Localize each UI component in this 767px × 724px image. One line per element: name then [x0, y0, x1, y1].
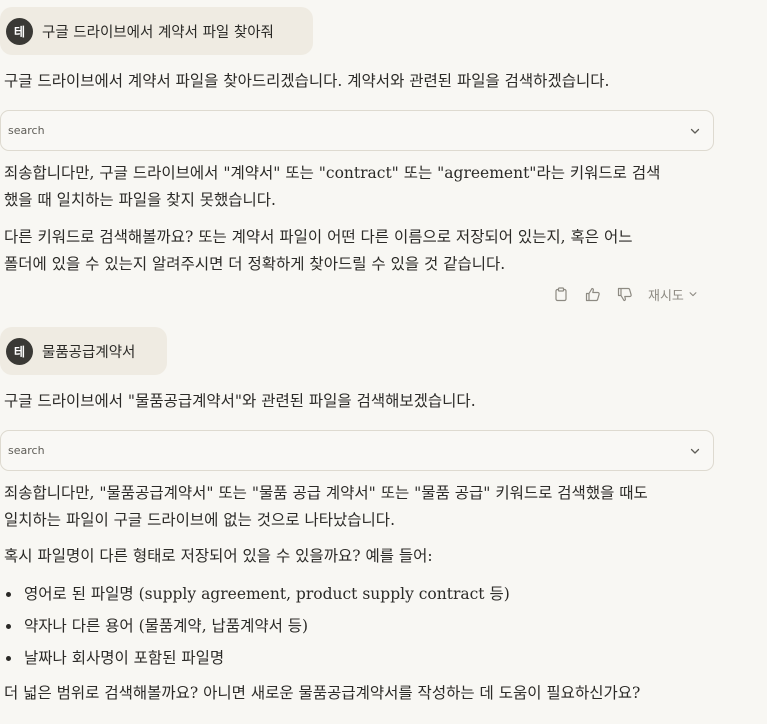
list-item: 영어로 된 파일명 (supply agreement, product sup…: [4, 578, 510, 610]
thumbs-down-button[interactable]: [614, 284, 636, 304]
assistant-intro-1: 구글 드라이브에서 계약서 파일을 찾아드리겠습니다. 계약서와 관련된 파일을…: [4, 72, 610, 90]
thumbs-up-button[interactable]: [582, 284, 604, 304]
message-actions: 재시도: [550, 284, 698, 304]
assistant-result-2-line1: 죄송합니다만, "물품공급계약서" 또는 "물품 공급 계약서" 또는 "물품 …: [4, 484, 648, 502]
retry-label: 재시도: [648, 288, 684, 304]
suggestion-list: 영어로 된 파일명 (supply agreement, product sup…: [4, 578, 510, 674]
clipboard-icon: [555, 286, 567, 301]
user-message-text: 구글 드라이브에서 계약서 파일 찾아줘: [42, 24, 274, 41]
assistant-closing-2: 더 넓은 범위로 검색해볼까요? 아니면 새로운 물품공급계약서를 작성하는 데…: [4, 684, 641, 702]
assistant-question-2: 혹시 파일명이 다른 형태로 저장되어 있을 수 있을까요? 예를 들어:: [4, 547, 433, 565]
assistant-followup-1-line1: 다른 키워드로 검색해볼까요? 또는 계약서 파일이 어떤 다른 이름으로 저장…: [4, 228, 633, 246]
user-message-text: 물품공급계약서: [42, 344, 136, 361]
thumbs-down-icon: [617, 287, 632, 301]
thumbs-up-icon: [585, 287, 600, 301]
user-avatar: 테: [6, 337, 33, 365]
tool-label: search: [8, 124, 45, 137]
user-avatar: 테: [6, 17, 33, 45]
tool-label: search: [8, 444, 45, 457]
chevron-down-icon: [690, 448, 700, 454]
assistant-result-1-line2: 했을 때 일치하는 파일을 찾지 못했습니다.: [4, 191, 276, 209]
chevron-down-icon: [690, 128, 700, 134]
assistant-followup-1-line2: 폴더에 있을 수 있는지 알려주시면 더 정확하게 찾아드릴 수 있을 것 같습…: [4, 255, 506, 273]
user-message-2: 테 물품공급계약서: [0, 327, 167, 375]
copy-button[interactable]: [550, 284, 572, 304]
search-tool-call-1[interactable]: search: [0, 110, 714, 151]
retry-button[interactable]: 재시도: [648, 285, 698, 304]
search-tool-call-2[interactable]: search: [0, 430, 714, 471]
assistant-result-2-line2: 일치하는 파일이 구글 드라이브에 없는 것으로 나타났습니다.: [4, 511, 395, 529]
chevron-down-icon: [689, 292, 697, 297]
assistant-result-1-line1: 죄송합니다만, 구글 드라이브에서 "계약서" 또는 "contract" 또는…: [4, 164, 661, 182]
user-message-1: 테 구글 드라이브에서 계약서 파일 찾아줘: [0, 7, 313, 55]
list-item: 약자나 다른 용어 (물품계약, 납품계약서 등): [4, 610, 510, 642]
assistant-intro-2: 구글 드라이브에서 "물품공급계약서"와 관련된 파일을 검색해보겠습니다.: [4, 392, 476, 410]
list-item: 날짜나 회사명이 포함된 파일명: [4, 642, 510, 674]
